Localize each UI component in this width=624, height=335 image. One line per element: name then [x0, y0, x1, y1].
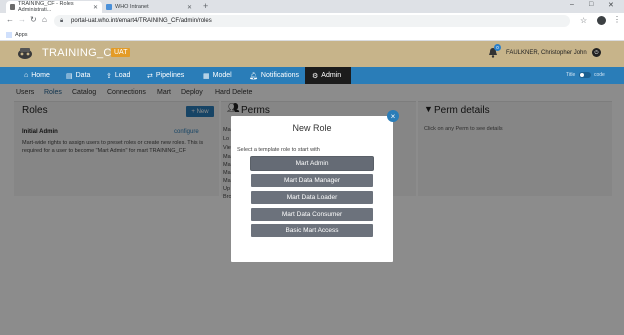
app-logo-icon: [18, 48, 32, 59]
address-bar-row: ← → ↻ ⌂ 🔒︎ portal-uat.who.int/emart4/TRA…: [0, 13, 624, 29]
user-name[interactable]: FAULKNER, Christopher John: [506, 50, 587, 56]
bookmarks-bar: Apps: [0, 29, 624, 41]
template-mart-data-loader-button[interactable]: Mart Data Loader: [251, 191, 373, 204]
tab-close-icon[interactable]: ✕: [187, 4, 192, 11]
nav-label: Admin: [321, 72, 342, 79]
template-mart-admin-button[interactable]: Mart Admin: [251, 157, 373, 170]
bell-icon: 🔔︎: [249, 72, 258, 80]
title-code-toggle[interactable]: [579, 72, 591, 78]
nav-notifications[interactable]: 🔔︎ Notifications: [245, 67, 303, 84]
tab-favicon-icon: [106, 4, 112, 10]
title-code-toggle-label: Title: [566, 72, 576, 78]
toggle-state-label: code: [594, 72, 605, 78]
home-icon[interactable]: ⌂: [42, 15, 47, 24]
close-window-button[interactable]: ✕: [608, 1, 614, 9]
nav-load[interactable]: ⇪ Load: [102, 67, 134, 84]
back-icon[interactable]: ←: [6, 15, 14, 24]
url-text: portal-uat.who.int/emart4/TRAINING_CF/ad…: [71, 18, 212, 24]
app-title: TRAINING_CF: [42, 47, 119, 59]
env-badge: UAT: [111, 48, 131, 57]
template-mart-data-manager-button[interactable]: Mart Data Manager: [251, 174, 373, 187]
nav-label: Pipelines: [155, 72, 185, 79]
bookmark-apps[interactable]: Apps: [15, 32, 28, 38]
modal-prompt: Select a template role to start with: [237, 147, 320, 153]
nav-label: Data: [75, 72, 91, 79]
gear-icon: ⚙: [312, 72, 319, 80]
apps-grid-icon: [6, 31, 12, 38]
new-tab-button[interactable]: +: [203, 1, 208, 11]
template-basic-mart-access-button[interactable]: Basic Mart Access: [251, 224, 373, 237]
nav-home[interactable]: ⌂ Home: [20, 67, 54, 84]
url-input[interactable]: 🔒︎ portal-uat.who.int/emart4/TRAINING_CF…: [54, 15, 570, 27]
template-mart-data-consumer-button[interactable]: Mart Data Consumer: [251, 208, 373, 221]
power-icon[interactable]: ⏻: [592, 48, 601, 57]
tab-title: TRAINING_CF - Roles Administrati...: [17, 1, 74, 13]
tab-title: WHO Intranet: [115, 4, 149, 10]
menu-kebab-icon[interactable]: ⋮: [613, 15, 621, 24]
profile-icon[interactable]: [597, 16, 606, 25]
browser-tab-intranet[interactable]: WHO Intranet ✕: [102, 1, 196, 13]
nav-label: Home: [31, 72, 50, 79]
new-role-modal: New Role Select a template role to start…: [231, 116, 393, 262]
modal-title: New Role: [292, 123, 332, 133]
nav-label: Load: [114, 72, 131, 79]
lock-icon: 🔒︎: [60, 18, 64, 24]
notification-count-badge: 0: [494, 44, 501, 51]
nav-data[interactable]: ▤ Data: [62, 67, 94, 84]
browser-tab-roles[interactable]: TRAINING_CF - Roles Administrati... ✕: [6, 1, 102, 13]
load-icon: ⇪: [106, 72, 112, 80]
nav-admin[interactable]: ⚙ Admin: [305, 67, 351, 84]
star-icon[interactable]: ☆: [580, 16, 587, 25]
tab-close-icon[interactable]: ✕: [93, 4, 98, 11]
nav-label: Model: [212, 72, 232, 79]
forward-icon[interactable]: →: [18, 15, 26, 24]
minimize-button[interactable]: –: [570, 1, 574, 8]
pipelines-icon: ⇄: [147, 72, 153, 80]
model-icon: ▦: [203, 72, 210, 80]
nav-pipelines[interactable]: ⇄ Pipelines: [143, 67, 188, 84]
nav-model[interactable]: ▦ Model: [199, 67, 236, 84]
home-icon: ⌂: [24, 72, 29, 79]
tab-favicon-icon: [10, 4, 15, 10]
nav-label: Notifications: [260, 72, 300, 79]
data-icon: ▤: [66, 72, 73, 80]
maximize-button[interactable]: □: [589, 1, 593, 8]
reload-icon[interactable]: ↻: [30, 15, 37, 24]
close-icon[interactable]: ×: [387, 110, 399, 122]
